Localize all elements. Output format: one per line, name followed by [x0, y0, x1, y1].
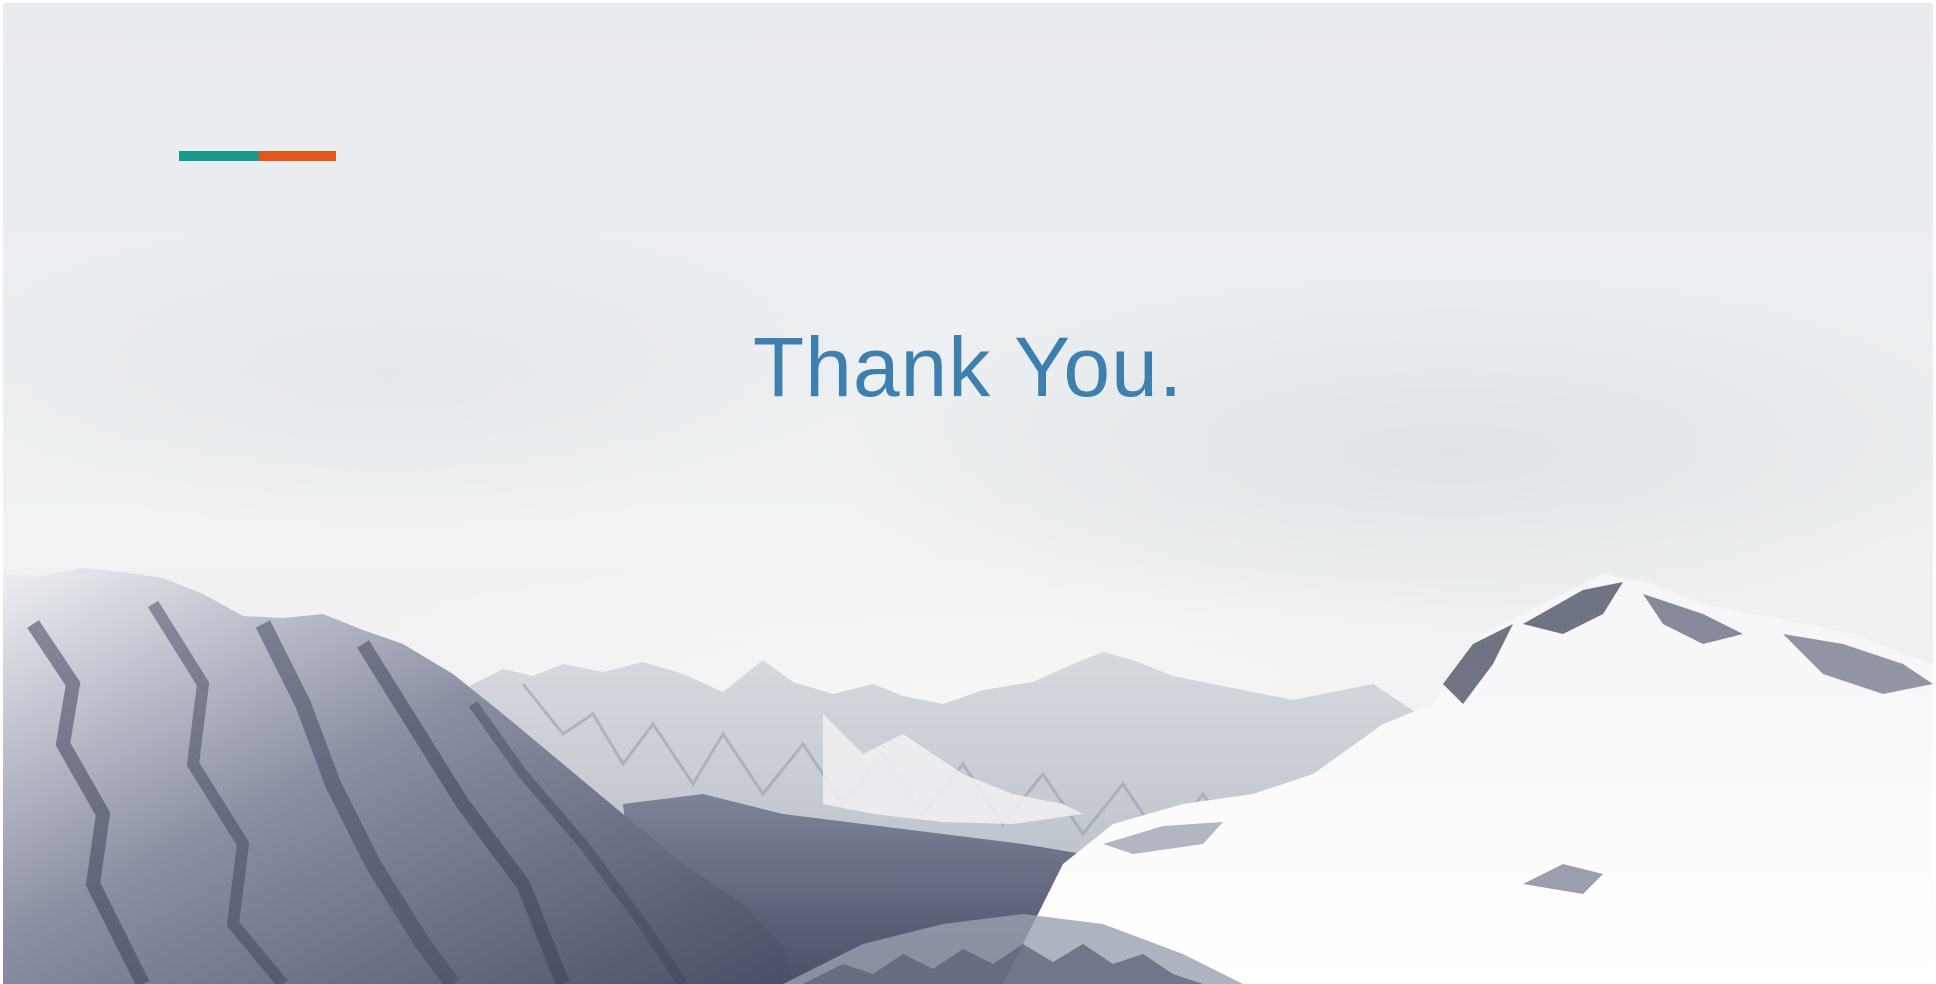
- slide-title: Thank You.: [752, 320, 1184, 414]
- accent-bar-orange: [259, 151, 336, 161]
- accent-bar: [179, 151, 336, 161]
- accent-bar-teal: [179, 151, 259, 161]
- mountain-range-image: [3, 568, 1933, 984]
- slide: Thank You.: [3, 3, 1933, 984]
